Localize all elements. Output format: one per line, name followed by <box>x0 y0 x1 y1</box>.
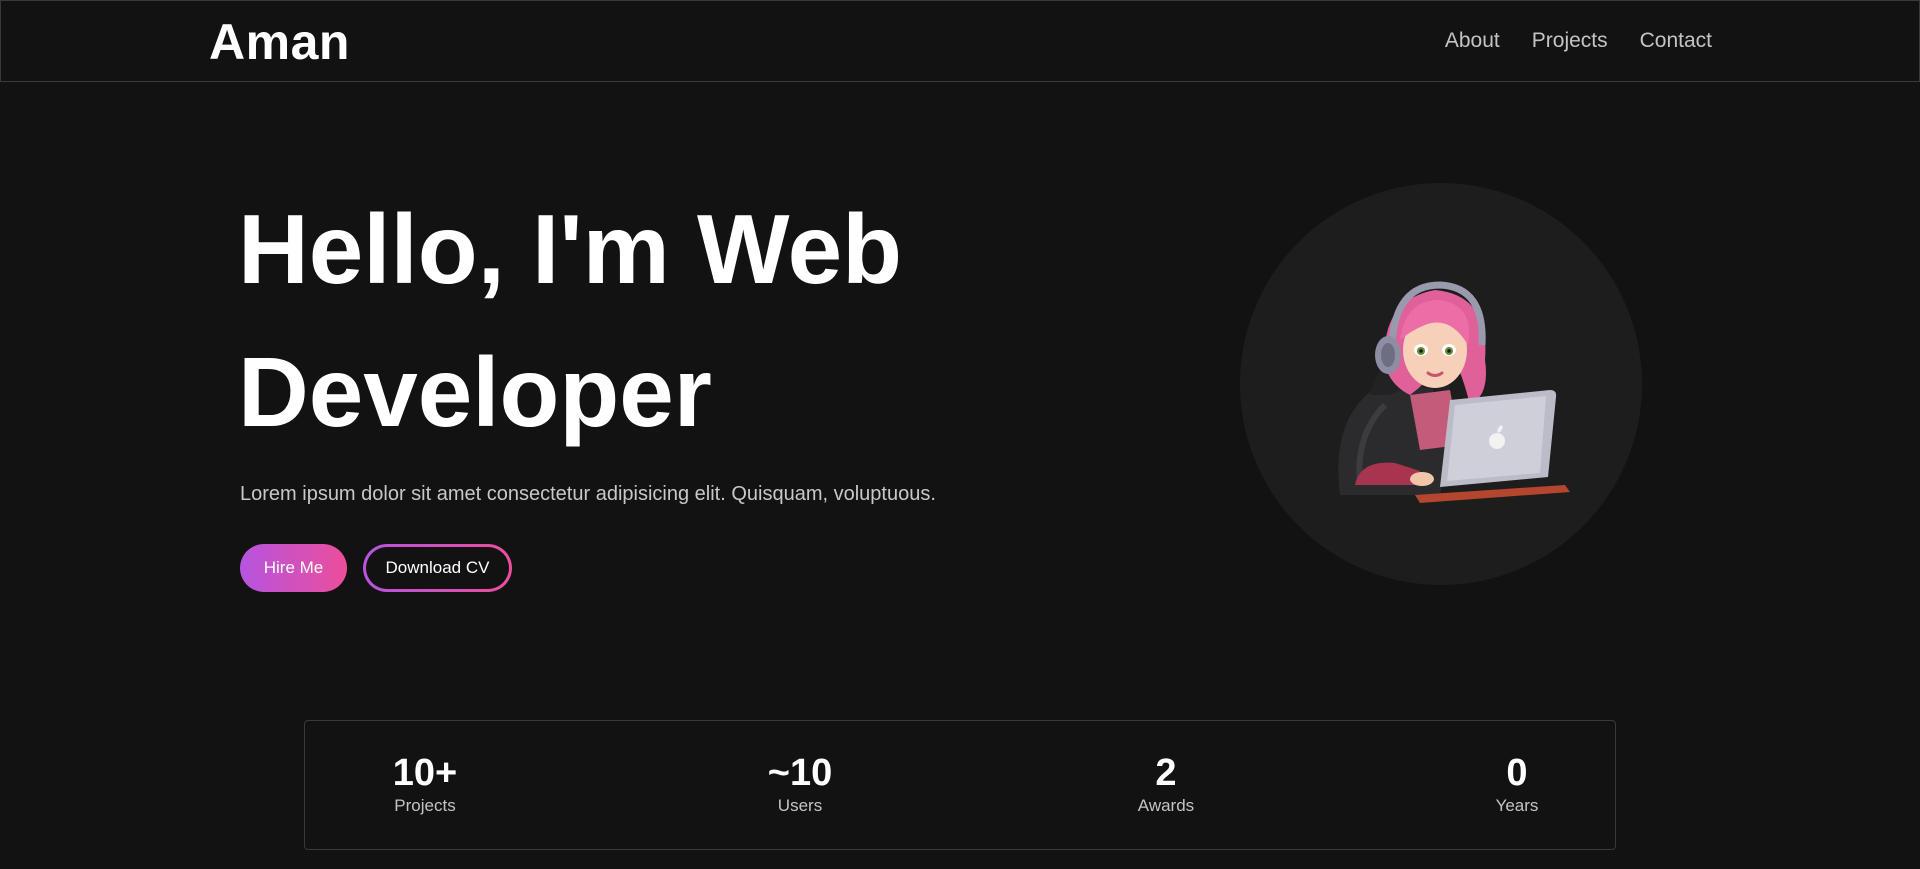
stat-value: ~10 <box>767 752 833 794</box>
stats-panel: 10+ Projects ~10 Users 2 Awards 0 Years <box>304 720 1616 850</box>
stat-projects: 10+ Projects <box>345 751 505 817</box>
hero-title: Hello, I'm Web Developer <box>238 178 1038 464</box>
brand-logo[interactable]: Aman <box>209 13 350 71</box>
hero-title-line-2: Developer <box>238 337 712 447</box>
stat-label: Years <box>1495 796 1539 815</box>
stat-value: 2 <box>1155 752 1177 794</box>
stat-label: Users <box>777 796 823 815</box>
stat-years: 0 Years <box>1437 751 1597 817</box>
stat-label: Awards <box>1137 796 1195 815</box>
nav-link-projects[interactable]: Projects <box>1532 27 1608 55</box>
hire-me-button[interactable]: Hire Me <box>240 544 347 592</box>
developer-girl-avatar-icon <box>1338 281 1570 503</box>
nav-link-contact[interactable]: Contact <box>1640 27 1712 55</box>
nav-links: About Projects Contact <box>1445 27 1712 55</box>
stat-label: Projects <box>394 796 456 815</box>
hero-title-line-1: Hello, I'm Web <box>238 194 903 304</box>
download-cv-button[interactable]: Download CV <box>363 544 512 592</box>
hero-subtitle: Lorem ipsum dolor sit amet consectetur a… <box>240 483 936 505</box>
stat-value: 0 <box>1506 752 1528 794</box>
stat-awards: 2 Awards <box>1086 751 1246 817</box>
nav-link-about[interactable]: About <box>1445 27 1500 55</box>
stat-value: 10+ <box>392 752 458 794</box>
navbar: Aman About Projects Contact <box>0 0 1920 82</box>
stat-users: ~10 Users <box>720 751 880 817</box>
